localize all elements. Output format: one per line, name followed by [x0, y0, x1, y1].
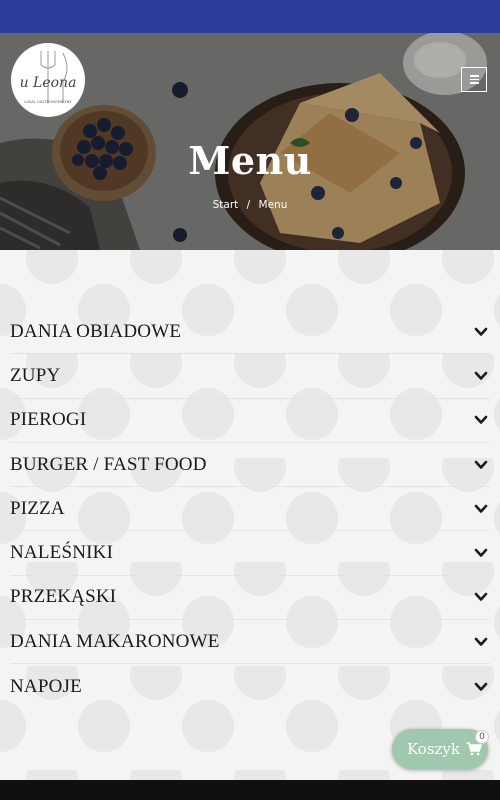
cart-button[interactable]: Koszyk: [392, 729, 488, 769]
category-label: ZUPY: [10, 364, 61, 386]
chevron-down-icon: [474, 548, 488, 557]
category-label: DANIA MAKARONOWE: [10, 630, 220, 652]
svg-text:u Leona: u Leona: [20, 75, 77, 91]
chevron-down-icon: [474, 460, 488, 469]
category-zupy[interactable]: ZUPY: [10, 354, 490, 399]
breadcrumb-current: Menu: [258, 199, 288, 211]
category-burger-fast-food[interactable]: BURGER / FAST FOOD: [10, 443, 490, 488]
category-nalesniki[interactable]: NALEŚNIKI: [10, 531, 490, 576]
chevron-down-icon: [474, 371, 488, 380]
chevron-down-icon: [474, 504, 488, 513]
restaurant-logo[interactable]: u Leona LOKAL GASTRONOMICZNY: [11, 43, 85, 117]
logo-icon: u Leona LOKAL GASTRONOMICZNY: [20, 51, 77, 104]
category-pizza[interactable]: PIZZA: [10, 487, 490, 532]
bottom-navigation-bar: [0, 780, 500, 800]
chevron-down-icon: [474, 593, 488, 602]
category-label: PRZEKĄSKI: [10, 586, 117, 608]
cart-count-badge: 0: [475, 730, 489, 744]
breadcrumb-separator: /: [246, 199, 251, 211]
hamburger-icon-line: [469, 82, 479, 84]
category-dania-obiadowe[interactable]: DANIA OBIADOWE: [10, 310, 490, 355]
shopping-cart-icon: [466, 742, 482, 756]
hamburger-icon-line: [469, 75, 479, 77]
svg-text:LOKAL GASTRONOMICZNY: LOKAL GASTRONOMICZNY: [24, 100, 72, 104]
category-label: DANIA OBIADOWE: [10, 320, 182, 342]
category-napoje[interactable]: NAPOJE: [10, 664, 490, 708]
category-label: NAPOJE: [10, 675, 82, 697]
category-label: BURGER / FAST FOOD: [10, 453, 207, 475]
breadcrumb: Start / Menu: [0, 199, 500, 211]
status-bar: [0, 0, 500, 33]
cart-label: Koszyk: [407, 740, 460, 758]
page-title: Menu: [188, 138, 312, 183]
category-label: PIZZA: [10, 497, 65, 519]
menu-toggle-button[interactable]: [461, 67, 487, 92]
menu-category-list: DANIA OBIADOWE ZUPY PIEROGI BURGER / FAS…: [10, 310, 490, 709]
category-label: NALEŚNIKI: [10, 542, 114, 564]
chevron-down-icon: [474, 415, 488, 425]
hero-header: u Leona LOKAL GASTRONOMICZNY Menu Start …: [0, 33, 500, 250]
category-przekaski[interactable]: PRZEKĄSKI: [10, 576, 490, 621]
hamburger-icon-line: [469, 78, 479, 81]
category-pierogi[interactable]: PIEROGI: [10, 399, 490, 443]
chevron-down-icon: [474, 637, 488, 646]
category-dania-makaronowe[interactable]: DANIA MAKARONOWE: [10, 620, 490, 665]
breadcrumb-home-link[interactable]: Start: [213, 199, 239, 211]
chevron-down-icon: [474, 682, 488, 691]
category-label: PIEROGI: [10, 409, 87, 431]
chevron-down-icon: [474, 327, 488, 336]
